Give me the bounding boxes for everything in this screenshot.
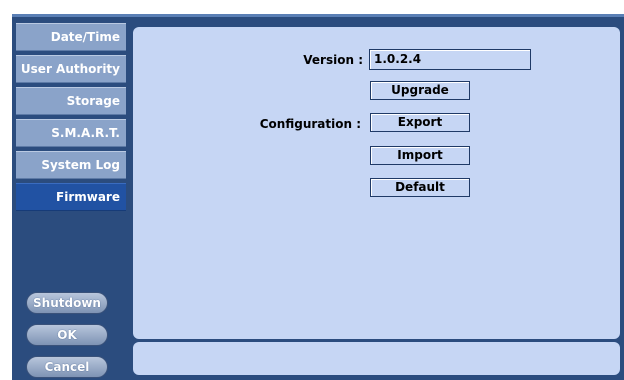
sidebar-item-firmware[interactable]: Firmware xyxy=(16,183,126,211)
default-button[interactable]: Default xyxy=(370,178,470,197)
import-button[interactable]: Import xyxy=(370,146,470,165)
export-button[interactable]: Export xyxy=(370,113,470,132)
configuration-label: Configuration : xyxy=(259,117,361,131)
version-field: 1.0.2.4 xyxy=(369,49,531,70)
status-bar xyxy=(133,342,620,375)
shutdown-button[interactable]: Shutdown xyxy=(26,292,108,314)
settings-window: Date/Time User Authority Storage S.M.A.R… xyxy=(12,14,624,380)
ok-button[interactable]: OK xyxy=(26,324,108,346)
upgrade-button[interactable]: Upgrade xyxy=(370,81,470,100)
sidebar-item-smart[interactable]: S.M.A.R.T. xyxy=(16,119,126,147)
sidebar-item-user-authority[interactable]: User Authority xyxy=(16,55,126,83)
sidebar-item-storage[interactable]: Storage xyxy=(16,87,126,115)
sidebar-item-system-log[interactable]: System Log xyxy=(16,151,126,179)
sidebar-item-date-time[interactable]: Date/Time xyxy=(16,23,126,51)
firmware-panel: Version : 1.0.2.4 Upgrade Configuration … xyxy=(133,27,620,339)
cancel-button[interactable]: Cancel xyxy=(26,356,108,378)
version-label: Version : xyxy=(303,53,363,67)
